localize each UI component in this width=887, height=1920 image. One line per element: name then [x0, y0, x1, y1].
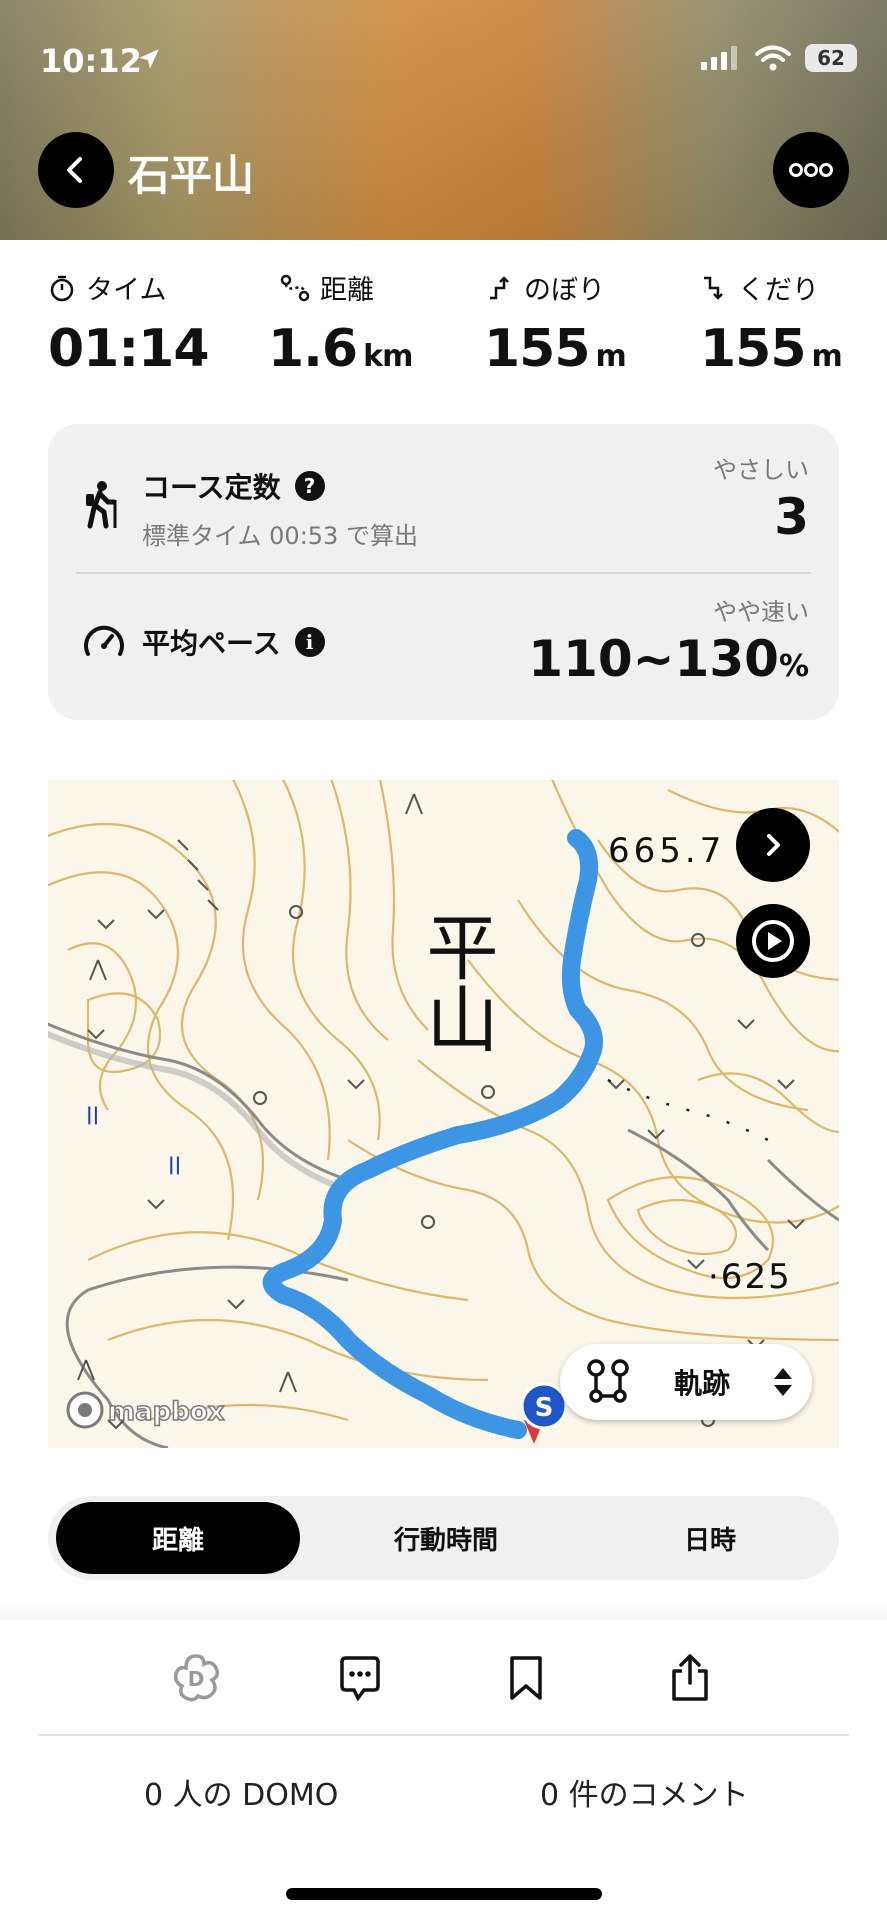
stat-descent-unit: m	[811, 339, 843, 374]
status-icons: 62	[701, 44, 857, 72]
comment-icon	[340, 1656, 380, 1702]
help-icon[interactable]: ?	[294, 471, 325, 501]
footer-divider	[38, 1734, 849, 1736]
stat-time-label: タイム	[86, 275, 167, 306]
map-elevation-label-2: ·625	[708, 1257, 792, 1297]
stat-ascent-value: 155	[484, 319, 591, 379]
map-mountain-label: 平山	[414, 910, 498, 1054]
chart-axis-tabs: 距離 行動時間 日時	[48, 1496, 839, 1580]
average-pace-label: 平均ペース	[142, 627, 281, 660]
tab-distance[interactable]: 距離	[56, 1502, 300, 1574]
back-button[interactable]	[38, 132, 114, 208]
domo-flower-icon: D	[173, 1654, 220, 1702]
stat-descent-label: くだり	[738, 275, 819, 306]
route-icon	[280, 274, 310, 301]
stat-descent-value: 155	[700, 319, 807, 379]
domo-button[interactable]: D	[166, 1648, 226, 1708]
tab-activity-time[interactable]: 行動時間	[324, 1502, 568, 1574]
course-standard-time: 標準タイム 00:53 で算出	[142, 522, 418, 550]
play-icon	[752, 920, 794, 962]
svg-text:||: ||	[86, 1104, 99, 1125]
pace-unit: %	[778, 649, 809, 684]
map-next-button[interactable]	[736, 808, 810, 882]
course-rating: やさしい	[713, 456, 809, 484]
more-button[interactable]	[773, 132, 849, 208]
track-mode-selector[interactable]: 軌跡	[560, 1344, 812, 1420]
stat-ascent-unit: m	[595, 339, 627, 374]
chevron-right-icon	[767, 834, 780, 856]
domo-count[interactable]: 0 人の DOMO	[144, 1770, 338, 1814]
pace-value: 110~130%	[528, 630, 809, 688]
bookmark-button[interactable]	[496, 1648, 556, 1708]
wifi-icon	[755, 45, 791, 71]
tab-datetime[interactable]: 日時	[588, 1502, 832, 1574]
pace-range: 110~130	[528, 630, 779, 688]
comment-button[interactable]	[330, 1648, 390, 1708]
stat-distance-value: 1.6	[268, 319, 358, 379]
signal-icon	[701, 46, 737, 70]
chevron-left-icon	[67, 157, 82, 183]
map-attribution: mapbox	[108, 1397, 225, 1427]
ellipsis-icon	[789, 163, 833, 177]
stat-distance-label: 距離	[320, 275, 374, 306]
home-indicator	[286, 1888, 602, 1900]
share-button[interactable]	[660, 1648, 720, 1708]
svg-text:||: ||	[168, 1154, 181, 1175]
section-shadow	[0, 1600, 887, 1620]
descent-icon	[704, 276, 723, 300]
speedometer-icon	[82, 622, 126, 666]
comment-count[interactable]: 0 件のコメント	[540, 1770, 749, 1814]
svg-text:S: S	[535, 1393, 554, 1423]
bookmark-icon	[510, 1656, 542, 1700]
stat-time: タイム 01:14	[48, 268, 248, 379]
route-icon	[587, 1359, 629, 1403]
ascent-icon	[490, 275, 509, 299]
up-down-chevron-icon	[774, 1368, 793, 1396]
stat-distance-unit: km	[363, 339, 413, 374]
card-divider	[76, 572, 811, 574]
svg-text:D: D	[188, 1667, 205, 1691]
stat-ascent: のぼり 155 m	[484, 268, 684, 379]
mapbox-logo: mapbox	[66, 1391, 225, 1429]
stopwatch-icon	[50, 275, 74, 301]
course-info-card: コース定数 ? 標準タイム 00:53 で算出 やさしい 3 平均ペース i や…	[48, 424, 839, 720]
status-time: 10:12	[40, 42, 142, 80]
average-pace-title: 平均ペース i	[142, 622, 325, 662]
pace-rating: やや速い	[713, 598, 809, 626]
hiker-icon	[82, 480, 120, 534]
header-background	[0, 0, 887, 240]
info-icon[interactable]: i	[294, 627, 325, 657]
stat-ascent-label: のぼり	[524, 275, 605, 306]
stat-descent: くだり 155 m	[700, 268, 887, 379]
map-elevation-label-1: 665.7	[608, 831, 725, 871]
stat-distance: 距離 1.6 km	[268, 268, 468, 379]
page-title: 石平山	[128, 151, 255, 200]
location-arrow-icon	[136, 46, 162, 76]
share-icon	[672, 1654, 708, 1701]
course-constant-label: コース定数	[142, 471, 281, 504]
stat-time-value: 01:14	[48, 319, 210, 379]
track-mode-label: 軌跡	[674, 1367, 731, 1400]
course-constant-value: 3	[774, 488, 809, 546]
battery-indicator: 62	[805, 44, 857, 72]
map-play-button[interactable]	[736, 904, 810, 978]
course-constant-title: コース定数 ?	[142, 466, 325, 506]
